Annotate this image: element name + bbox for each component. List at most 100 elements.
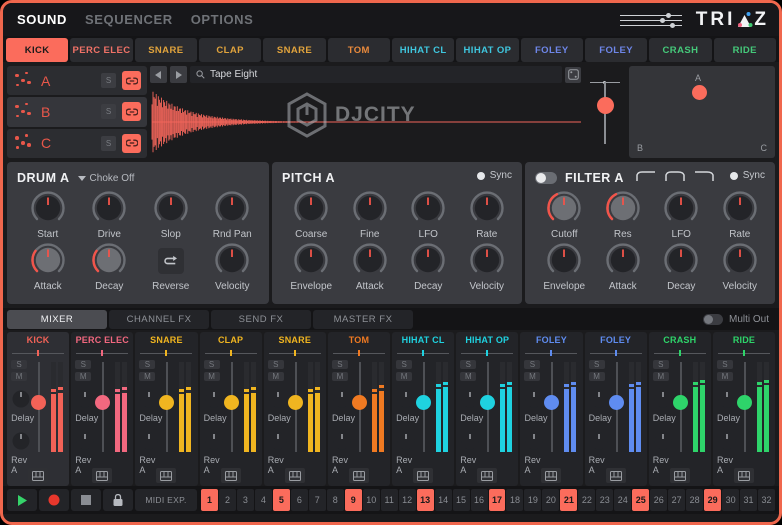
- step-button-25[interactable]: 25: [632, 489, 649, 511]
- pad-tab-8[interactable]: FOLEY: [521, 38, 583, 62]
- knob-filter-res-1[interactable]: [604, 190, 642, 228]
- mixer-strip-8[interactable]: FOLEYS M Delay Rev A: [520, 332, 582, 486]
- strip-keyboard-button[interactable]: [734, 468, 754, 483]
- pad-tab-7[interactable]: HIHAT OP: [456, 38, 518, 62]
- midi-export-button[interactable]: MIDI EXP.: [135, 489, 197, 511]
- play-button[interactable]: [7, 489, 37, 511]
- strip-mute-button[interactable]: M: [204, 372, 220, 381]
- pad-tab-5[interactable]: TOM: [328, 38, 390, 62]
- fader-icon[interactable]: [620, 10, 682, 30]
- pad-tab-1[interactable]: PERC ELEC: [70, 38, 132, 62]
- knob-pitch-fine-1[interactable]: [351, 190, 389, 228]
- pad-tab-2[interactable]: SNARE: [135, 38, 197, 62]
- knob-pitch-envelope-4[interactable]: [292, 242, 330, 280]
- step-button-26[interactable]: 26: [650, 489, 667, 511]
- knob-filter-lfo-2[interactable]: [662, 190, 700, 228]
- step-button-7[interactable]: 7: [309, 489, 326, 511]
- step-button-2[interactable]: 2: [219, 489, 236, 511]
- step-button-24[interactable]: 24: [614, 489, 631, 511]
- strip-keyboard-button[interactable]: [156, 468, 176, 483]
- pad-tab-0[interactable]: KICK: [6, 38, 68, 62]
- step-button-10[interactable]: 10: [363, 489, 380, 511]
- strip-mute-button[interactable]: M: [653, 372, 669, 381]
- strip-keyboard-button[interactable]: [606, 468, 626, 483]
- strip-pan-slider[interactable]: [205, 349, 257, 358]
- menu-item-sound[interactable]: SOUND: [17, 12, 67, 27]
- step-button-16[interactable]: 16: [471, 489, 488, 511]
- strip-solo-button[interactable]: S: [717, 360, 733, 369]
- reverse-button[interactable]: [158, 248, 184, 274]
- strip-solo-button[interactable]: S: [332, 360, 348, 369]
- knob-pitch-decay-6[interactable]: [409, 242, 447, 280]
- strip-pan-slider[interactable]: [333, 349, 385, 358]
- strip-send-delay-knob[interactable]: [11, 389, 31, 409]
- strip-send-rev-knob[interactable]: [653, 431, 673, 451]
- strip-solo-button[interactable]: S: [653, 360, 669, 369]
- layer-row-a[interactable]: AS: [7, 66, 147, 95]
- strip-keyboard-button[interactable]: [541, 468, 561, 483]
- menu-item-options[interactable]: OPTIONS: [191, 12, 254, 27]
- layer-solo-button[interactable]: S: [101, 136, 116, 151]
- strip-keyboard-button[interactable]: [477, 468, 497, 483]
- strip-pan-slider[interactable]: [12, 349, 64, 358]
- strip-mute-button[interactable]: M: [11, 372, 27, 381]
- step-button-28[interactable]: 28: [686, 489, 703, 511]
- mixer-strip-9[interactable]: FOLEYS M Delay Rev A: [585, 332, 647, 486]
- step-button-18[interactable]: 18: [506, 489, 523, 511]
- strip-send-delay-knob[interactable]: [460, 389, 480, 409]
- record-button[interactable]: [39, 489, 69, 511]
- step-button-1[interactable]: 1: [201, 489, 218, 511]
- knob-drum-decay-5[interactable]: [90, 242, 128, 280]
- strip-solo-button[interactable]: S: [589, 360, 605, 369]
- strip-solo-button[interactable]: S: [11, 360, 27, 369]
- strip-send-rev-knob[interactable]: [11, 431, 31, 451]
- mixer-strip-10[interactable]: CRASHS M Delay Rev A: [649, 332, 711, 486]
- strip-solo-button[interactable]: S: [139, 360, 155, 369]
- strip-mute-button[interactable]: M: [717, 372, 733, 381]
- knob-filter-cutoff-0[interactable]: [545, 190, 583, 228]
- next-sample-button[interactable]: [170, 66, 187, 83]
- strip-send-rev-knob[interactable]: [460, 431, 480, 451]
- strip-send-rev-knob[interactable]: [524, 431, 544, 451]
- strip-solo-button[interactable]: S: [524, 360, 540, 369]
- strip-volume-fader[interactable]: [30, 360, 48, 454]
- pad-tab-4[interactable]: SNARE: [263, 38, 325, 62]
- mixer-tab-mixer[interactable]: MIXER: [7, 310, 107, 329]
- layer-link-icon[interactable]: [122, 102, 141, 121]
- strip-mute-button[interactable]: M: [589, 372, 605, 381]
- step-button-13[interactable]: 13: [417, 489, 434, 511]
- stop-button[interactable]: [71, 489, 101, 511]
- strip-volume-fader[interactable]: [415, 360, 433, 454]
- mixer-strip-4[interactable]: SNARES M Delay Rev A: [264, 332, 326, 486]
- step-button-11[interactable]: 11: [381, 489, 398, 511]
- mixer-strip-2[interactable]: SNARES M Delay Rev A: [135, 332, 197, 486]
- strip-send-delay-knob[interactable]: [653, 389, 673, 409]
- mixer-strip-1[interactable]: PERC ELECS M Delay Rev A: [71, 332, 133, 486]
- knob-filter-envelope-4[interactable]: [545, 242, 583, 280]
- strip-send-delay-knob[interactable]: [204, 389, 224, 409]
- strip-pan-slider[interactable]: [397, 349, 449, 358]
- mixer-strip-11[interactable]: RIDES M Delay Rev A: [713, 332, 775, 486]
- strip-keyboard-button[interactable]: [413, 468, 433, 483]
- step-button-19[interactable]: 19: [524, 489, 541, 511]
- strip-pan-slider[interactable]: [140, 349, 192, 358]
- step-button-9[interactable]: 9: [345, 489, 362, 511]
- strip-send-rev-knob[interactable]: [139, 431, 159, 451]
- strip-pan-slider[interactable]: [590, 349, 642, 358]
- knob-drum-start-0[interactable]: [29, 190, 67, 228]
- highpass-icon[interactable]: [694, 169, 714, 187]
- pad-tab-9[interactable]: FOLEY: [585, 38, 647, 62]
- strip-mute-button[interactable]: M: [460, 372, 476, 381]
- mixer-strip-3[interactable]: CLAPS M Delay Rev A: [200, 332, 262, 486]
- step-button-14[interactable]: 14: [435, 489, 452, 511]
- randomize-button[interactable]: [565, 67, 581, 83]
- layer-solo-button[interactable]: S: [101, 73, 116, 88]
- strip-send-delay-knob[interactable]: [268, 389, 288, 409]
- strip-send-delay-knob[interactable]: [332, 389, 352, 409]
- strip-send-rev-knob[interactable]: [589, 431, 609, 451]
- strip-keyboard-button[interactable]: [670, 468, 690, 483]
- step-button-6[interactable]: 6: [291, 489, 308, 511]
- strip-volume-fader[interactable]: [479, 360, 497, 454]
- step-button-23[interactable]: 23: [596, 489, 613, 511]
- mixer-strip-6[interactable]: HIHAT CLS M Delay Rev A: [392, 332, 454, 486]
